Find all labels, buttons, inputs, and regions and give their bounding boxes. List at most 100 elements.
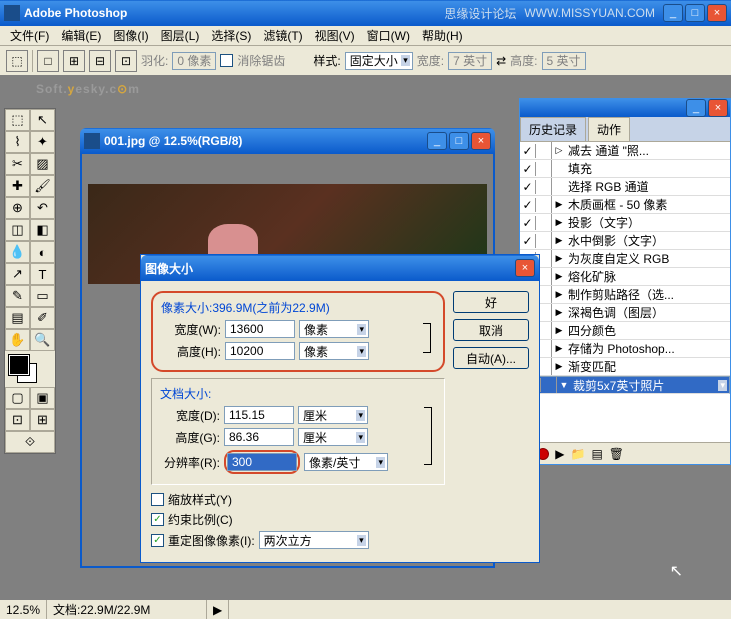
- px-width-input[interactable]: 13600: [225, 320, 295, 338]
- menu-select[interactable]: 选择(S): [205, 25, 257, 46]
- action-item[interactable]: ✓▶水中倒影（文字）: [520, 232, 730, 250]
- px-height-input[interactable]: 10200: [225, 342, 295, 360]
- action-item[interactable]: ✓▶制作剪贴路径（选...: [520, 286, 730, 304]
- quick-mask[interactable]: ▣: [30, 387, 55, 409]
- scale-styles-checkbox[interactable]: [151, 493, 164, 506]
- action-item[interactable]: ✓▷减去 通道 "照...: [520, 142, 730, 160]
- doc-title: 001.jpg @ 12.5%(RGB/8): [104, 134, 427, 148]
- eraser-tool[interactable]: ◫: [5, 219, 30, 241]
- resolution-unit[interactable]: 像素/英寸: [304, 453, 388, 471]
- eyedropper-tool[interactable]: ✐: [30, 307, 55, 329]
- new-action-icon[interactable]: ▤: [591, 447, 602, 461]
- color-swatch[interactable]: [5, 351, 55, 387]
- pal-close[interactable]: ×: [708, 99, 728, 117]
- jump-to[interactable]: ⟐: [5, 431, 55, 453]
- stamp-tool[interactable]: ⊕: [5, 197, 30, 219]
- pen-tool[interactable]: ✎: [5, 285, 30, 307]
- type-tool[interactable]: T: [30, 263, 55, 285]
- ok-button[interactable]: 好: [453, 291, 529, 313]
- cancel-button[interactable]: 取消: [453, 319, 529, 341]
- menu-edit[interactable]: 编辑(E): [55, 25, 107, 46]
- px-height-unit[interactable]: 像素: [299, 342, 369, 360]
- menu-file[interactable]: 文件(F): [4, 25, 55, 46]
- resample-select[interactable]: 两次立方: [259, 531, 369, 549]
- width-input[interactable]: 7 英寸: [448, 52, 492, 70]
- action-item[interactable]: ✓▶熔化矿脉: [520, 268, 730, 286]
- action-item[interactable]: ✓▶木质画框 - 50 像素: [520, 196, 730, 214]
- menu-help[interactable]: 帮助(H): [416, 25, 469, 46]
- pal-minimize[interactable]: _: [686, 99, 706, 117]
- slice-tool[interactable]: ▨: [30, 153, 55, 175]
- marquee-tool-icon[interactable]: ⬚: [6, 50, 28, 72]
- brush-tool[interactable]: 🖌: [30, 175, 55, 197]
- constrain-checkbox[interactable]: ✓: [151, 513, 164, 526]
- doc-height-input[interactable]: 86.36: [224, 428, 294, 446]
- swap-icon[interactable]: ⇄: [496, 54, 506, 68]
- mask-mode[interactable]: ▢: [5, 387, 30, 409]
- action-item[interactable]: ✓▼裁剪5x7英寸照片: [520, 376, 730, 394]
- doc-close[interactable]: ×: [471, 132, 491, 150]
- blur-tool[interactable]: 💧: [5, 241, 30, 263]
- action-item[interactable]: ✓▶存储为 Photoshop...: [520, 340, 730, 358]
- selmode-int-icon[interactable]: ⊡: [115, 50, 137, 72]
- dialog-close[interactable]: ×: [515, 259, 535, 277]
- action-item[interactable]: ✓▶渐变匹配: [520, 358, 730, 376]
- resolution-label: 分辨率(R):: [160, 454, 220, 471]
- height-input[interactable]: 5 英寸: [542, 52, 586, 70]
- doc-width-input[interactable]: 115.15: [224, 406, 294, 424]
- action-item[interactable]: ✓▶深褐色调（图层）: [520, 304, 730, 322]
- action-item[interactable]: ✓选择 RGB 通道: [520, 178, 730, 196]
- marquee-tool[interactable]: ⬚: [5, 109, 30, 131]
- resample-checkbox[interactable]: ✓: [151, 534, 164, 547]
- screen-std[interactable]: ⊡: [5, 409, 30, 431]
- menu-image[interactable]: 图像(I): [107, 25, 154, 46]
- lasso-tool[interactable]: ⌇: [5, 131, 30, 153]
- new-folder-icon[interactable]: 📁: [570, 447, 585, 461]
- selmode-sub-icon[interactable]: ⊟: [89, 50, 111, 72]
- move-tool[interactable]: ↖: [30, 109, 55, 131]
- gradient-tool[interactable]: ◧: [30, 219, 55, 241]
- doc-info[interactable]: 文档:22.9M/22.9M: [47, 600, 207, 619]
- menu-layer[interactable]: 图层(L): [155, 25, 206, 46]
- actions-list[interactable]: ✓▷减去 通道 "照...✓填充✓选择 RGB 通道✓▶木质画框 - 50 像素…: [520, 142, 730, 442]
- auto-button[interactable]: 自动(A)...: [453, 347, 529, 369]
- trash-icon[interactable]: 🗑: [609, 447, 624, 461]
- zoom-level[interactable]: 12.5%: [0, 600, 47, 619]
- screen-full[interactable]: ⊞: [30, 409, 55, 431]
- doc-minimize[interactable]: _: [427, 132, 447, 150]
- tab-actions[interactable]: 动作: [588, 117, 630, 141]
- hand-tool[interactable]: ✋: [5, 329, 30, 351]
- action-item[interactable]: ✓▶为灰度自定义 RGB: [520, 250, 730, 268]
- zoom-tool[interactable]: 🔍: [30, 329, 55, 351]
- tab-history[interactable]: 历史记录: [520, 117, 586, 141]
- dodge-tool[interactable]: ◐: [30, 241, 55, 263]
- menu-window[interactable]: 窗口(W): [361, 25, 416, 46]
- notes-tool[interactable]: ▤: [5, 307, 30, 329]
- menu-view[interactable]: 视图(V): [309, 25, 361, 46]
- status-menu-icon[interactable]: ▶: [207, 600, 229, 619]
- doc-height-unit[interactable]: 厘米: [298, 428, 368, 446]
- selmode-add-icon[interactable]: ⊞: [63, 50, 85, 72]
- close-button[interactable]: ×: [707, 4, 727, 22]
- style-select[interactable]: 固定大小: [345, 52, 413, 70]
- crop-tool[interactable]: ✂: [5, 153, 30, 175]
- heal-tool[interactable]: ✚: [5, 175, 30, 197]
- menu-filter[interactable]: 滤镜(T): [257, 25, 308, 46]
- action-item[interactable]: ✓▶投影（文字）: [520, 214, 730, 232]
- wand-tool[interactable]: ✦: [30, 131, 55, 153]
- resolution-input[interactable]: 300: [227, 453, 297, 471]
- px-width-unit[interactable]: 像素: [299, 320, 369, 338]
- doc-width-unit[interactable]: 厘米: [298, 406, 368, 424]
- antialias-checkbox[interactable]: [220, 54, 233, 67]
- doc-maximize[interactable]: □: [449, 132, 469, 150]
- maximize-button[interactable]: □: [685, 4, 705, 22]
- selmode-new-icon[interactable]: □: [37, 50, 59, 72]
- history-brush[interactable]: ↶: [30, 197, 55, 219]
- minimize-button[interactable]: _: [663, 4, 683, 22]
- action-item[interactable]: ✓▶四分颜色: [520, 322, 730, 340]
- shape-tool[interactable]: ▭: [30, 285, 55, 307]
- action-item[interactable]: ✓填充: [520, 160, 730, 178]
- feather-input[interactable]: 0 像素: [172, 52, 216, 70]
- play-icon[interactable]: ▶: [555, 447, 564, 461]
- path-tool[interactable]: ↗: [5, 263, 30, 285]
